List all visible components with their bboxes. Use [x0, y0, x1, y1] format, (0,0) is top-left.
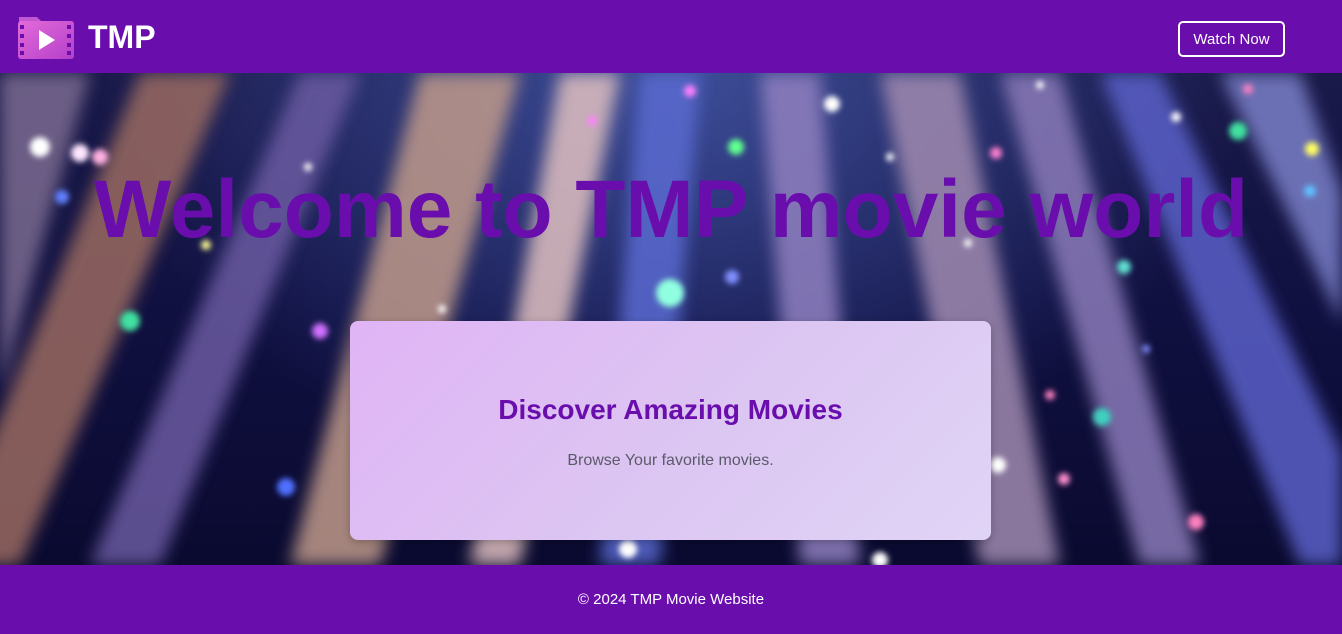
site-footer: © 2024 TMP Movie Website	[0, 565, 1342, 634]
hero-title: Welcome to TMP movie world	[93, 164, 1249, 255]
film-folder-play-icon[interactable]	[17, 14, 75, 60]
card-title: Discover Amazing Movies	[498, 394, 843, 425]
hero-section: Welcome to TMP movie world Discover Amaz…	[0, 73, 1342, 565]
brand-name[interactable]: TMP	[88, 18, 156, 56]
card-subtitle: Browse Your favorite movies.	[567, 452, 774, 469]
watch-now-button[interactable]: Watch Now	[1178, 21, 1285, 57]
discover-card: Discover Amazing Movies Browse Your favo…	[350, 321, 991, 540]
site-header: TMP Watch Now	[0, 0, 1342, 73]
footer-copyright: © 2024 TMP Movie Website	[577, 591, 765, 608]
